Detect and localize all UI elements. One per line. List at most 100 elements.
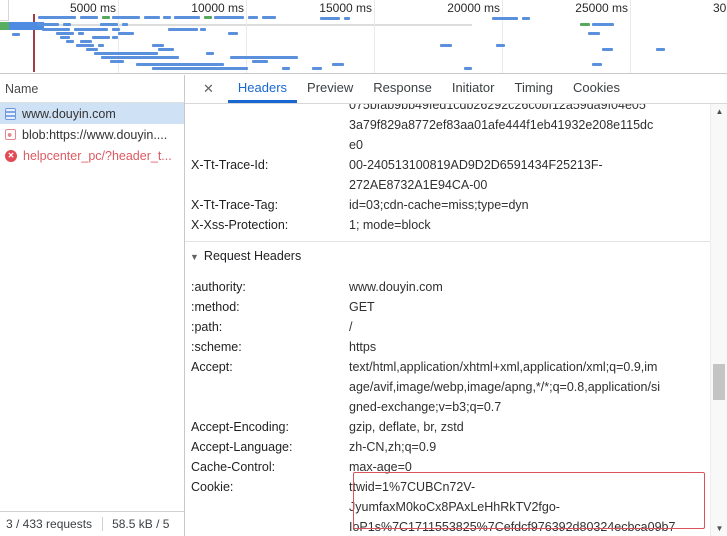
ruler-time-label: 5000 ms (70, 1, 116, 15)
waterfall-bar (37, 23, 59, 26)
header-row: Cookie: ttwid=1%7CUBCn72V- JyumfaxM0koCx… (185, 477, 710, 536)
waterfall-bar (496, 44, 505, 47)
waterfall-bar (118, 32, 134, 35)
ruler-time-label: 15000 ms (319, 1, 372, 15)
waterfall-bar (80, 40, 92, 43)
waterfall-bar (94, 52, 158, 55)
header-row: Accept: text/html,application/xhtml+xml,… (185, 357, 710, 417)
ruler-time-label: 30 (713, 1, 726, 15)
scroll-up-icon[interactable]: ▲ (711, 107, 727, 116)
header-value: https (349, 337, 695, 357)
waterfall-bar (110, 60, 124, 63)
waterfall-bar (592, 23, 614, 26)
ruler-gridline (374, 0, 375, 73)
network-overview-pane[interactable]: 5000 ms 10000 ms 15000 ms 20000 ms 25000 ms 3… (0, 0, 727, 74)
waterfall-bar (101, 56, 179, 59)
waterfall-bar (152, 67, 248, 70)
tab-preview[interactable]: Preview (297, 75, 363, 103)
waterfall-bar (174, 16, 200, 19)
ruler-gridline (630, 0, 631, 73)
waterfall-bar (112, 36, 118, 39)
request-headers-section-header[interactable]: ▼ Request Headers (185, 241, 710, 277)
error-icon: ✕ (5, 150, 17, 162)
waterfall-bar (522, 17, 530, 20)
scrollbar-thumb[interactable] (713, 364, 725, 400)
waterfall-bar (344, 17, 350, 20)
waterfall-bar (440, 44, 452, 47)
ruler-time-label: 10000 ms (191, 1, 244, 15)
waterfall-bar (282, 67, 290, 70)
tab-headers[interactable]: Headers (228, 75, 297, 103)
waterfall-bar (38, 16, 76, 19)
waterfall-bar (214, 16, 244, 19)
waterfall-bar (112, 28, 120, 31)
header-value: 075bfab9bb49fed1cdb26292c26c0bf12a59da9f… (349, 104, 695, 155)
header-name: :method: (185, 297, 349, 317)
waterfall-bar (206, 52, 214, 55)
waterfall-bar (580, 23, 590, 26)
transferred-size: 58.5 kB / 5 (112, 517, 169, 531)
waterfall-bar (76, 44, 94, 47)
waterfall-bar (136, 63, 224, 66)
waterfall-bar (63, 23, 71, 26)
header-value: GET (349, 297, 695, 317)
header-name: Cache-Control: (185, 457, 349, 477)
waterfall-bar (78, 32, 84, 35)
header-value: gzip, deflate, br, zstd (349, 417, 695, 437)
ruler-time-label: 25000 ms (575, 1, 628, 15)
status-divider (102, 517, 103, 531)
request-row[interactable]: ✕ helpcenter_pc/?header_t... (0, 145, 184, 166)
header-name: Accept-Encoding: (185, 417, 349, 437)
waterfall-bar (168, 28, 198, 31)
header-name (185, 104, 349, 155)
waterfall-bar (100, 23, 118, 26)
headers-content: 075bfab9bb49fed1cdb26292c26c0bf12a59da9f… (185, 104, 710, 536)
close-icon[interactable]: ✕ (197, 81, 220, 97)
waterfall-bar (112, 16, 140, 19)
waterfall-bar (262, 16, 276, 19)
waterfall-bar (86, 48, 98, 51)
header-row: 075bfab9bb49fed1cdb26292c26c0bf12a59da9f… (185, 104, 710, 155)
header-row: X-Xss-Protection: 1; mode=block (185, 215, 710, 235)
waterfall-bar (74, 28, 108, 31)
section-title: Request Headers (204, 249, 301, 263)
header-row: :path: / (185, 317, 710, 337)
network-main-panel: Name www.douyin.com blob:https://www.dou… (0, 75, 727, 536)
header-row: :scheme: https (185, 337, 710, 357)
request-row[interactable]: www.douyin.com (0, 103, 184, 124)
request-name-label: blob:https://www.douyin.... (22, 128, 167, 142)
scroll-down-icon[interactable]: ▼ (711, 524, 727, 533)
request-headers-rows: :authority: www.douyin.com :method: GET … (185, 277, 710, 536)
requests-count: 3 / 433 requests (6, 517, 92, 531)
header-value: 1; mode=block (349, 215, 695, 235)
header-name: X-Xss-Protection: (185, 215, 349, 235)
waterfall-bar (252, 60, 268, 63)
chevron-down-icon: ▼ (190, 252, 199, 262)
waterfall-bar (56, 32, 74, 35)
waterfall-bar (228, 32, 238, 35)
request-row[interactable]: blob:https://www.douyin.... (0, 124, 184, 145)
tab-response[interactable]: Response (363, 75, 442, 103)
header-row: Accept-Encoding: gzip, deflate, br, zstd (185, 417, 710, 437)
waterfall-bar (464, 67, 472, 70)
ruler-time-label: 20000 ms (447, 1, 500, 15)
waterfall-bar (320, 17, 340, 20)
tab-cookies[interactable]: Cookies (563, 75, 630, 103)
cookie-value-highlighted: ttwid=1%7CUBCn72V- JyumfaxM0koCx8PAxLeHh… (349, 477, 695, 536)
header-name: X-Tt-Trace-Tag: (185, 195, 349, 215)
header-name: Accept-Language: (185, 437, 349, 457)
waterfall-bar (122, 23, 128, 26)
header-row: Accept-Language: zh-CN,zh;q=0.9 (185, 437, 710, 457)
tab-timing[interactable]: Timing (504, 75, 563, 103)
tab-initiator[interactable]: Initiator (442, 75, 505, 103)
header-value: www.douyin.com (349, 277, 695, 297)
header-name: :path: (185, 317, 349, 337)
waterfall-bar (248, 16, 258, 19)
filmstrip-placeholder (0, 0, 9, 21)
waterfall-bar (102, 16, 110, 19)
ruler-gridline (246, 0, 247, 73)
name-column-header[interactable]: Name (0, 75, 184, 103)
document-icon (5, 108, 16, 120)
waterfall-bar (200, 28, 206, 31)
vertical-scrollbar[interactable]: ▲ ▼ (710, 104, 727, 536)
